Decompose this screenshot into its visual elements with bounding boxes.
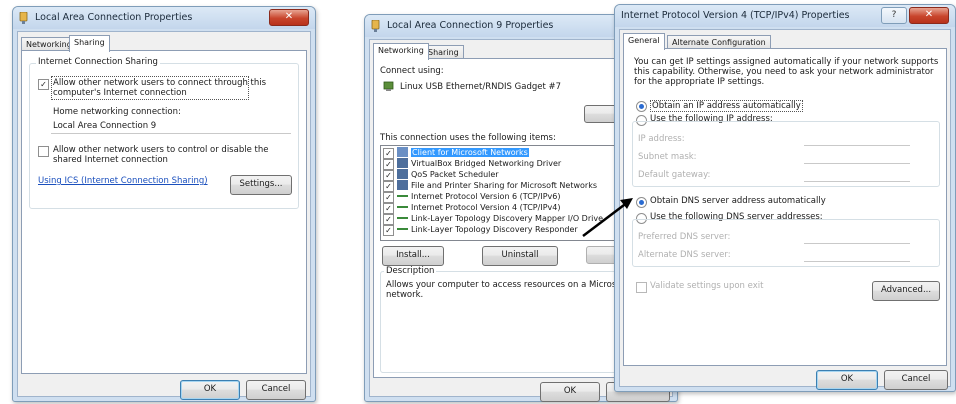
- cancel-button[interactable]: Cancel: [246, 380, 306, 400]
- obtain-dns-label: Obtain DNS server address automatically: [650, 196, 826, 206]
- item-label: Internet Protocol Version 6 (TCP/IPv6): [411, 192, 561, 201]
- allow-connect-label-2: computer's Internet connection: [53, 88, 187, 98]
- obtain-ip-label: Obtain an IP address automatically: [650, 100, 803, 112]
- ipv4-properties-window: Internet Protocol Version 4 (TCP/IPv4) P…: [614, 4, 956, 392]
- alternate-dns-label: Alternate DNS server:: [638, 250, 731, 260]
- home-networking-select[interactable]: Local Area Connection 9: [51, 119, 291, 134]
- description-title: Description: [384, 266, 437, 276]
- allow-control-checkbox[interactable]: [38, 146, 49, 157]
- validate-label: Validate settings upon exit: [650, 281, 764, 291]
- default-gateway-label: Default gateway:: [638, 170, 711, 180]
- window-title: Local Area Connection Properties: [35, 12, 193, 23]
- adapter-box: Linux USB Ethernet/RNDIS Gadget #7: [380, 79, 610, 95]
- close-button[interactable]: ✕: [909, 7, 949, 24]
- home-networking-label: Home networking connection:: [53, 107, 181, 117]
- item-checkbox[interactable]: ✓: [383, 225, 394, 236]
- ics-help-link[interactable]: Using ICS (Internet Connection Sharing): [38, 176, 208, 186]
- ok-button[interactable]: OK: [540, 382, 600, 402]
- item-label: Client for Microsoft Networks: [411, 148, 529, 157]
- alternate-dns-input[interactable]: [804, 247, 910, 262]
- ip-address-label: IP address:: [638, 134, 685, 144]
- window-title: Local Area Connection 9 Properties: [387, 20, 554, 31]
- tab-sharing[interactable]: Sharing: [423, 45, 464, 59]
- connect-using-label: Connect using:: [380, 66, 444, 76]
- protocol-icon: [397, 206, 408, 212]
- items-label: This connection uses the following items…: [380, 133, 556, 143]
- subnet-mask-input[interactable]: [804, 149, 910, 164]
- protocol-icon: [397, 217, 408, 223]
- settings-button[interactable]: Settings...: [230, 175, 292, 195]
- allow-control-label-2: shared Internet connection: [53, 155, 168, 165]
- item-label: File and Printer Sharing for Microsoft N…: [411, 181, 597, 190]
- network-icon: [19, 12, 28, 24]
- local-area-connection-properties-window: Local Area Connection Properties ✕ Netwo…: [12, 6, 316, 402]
- ok-button[interactable]: OK: [180, 380, 240, 400]
- uninstall-button[interactable]: Uninstall: [482, 246, 558, 266]
- list-item[interactable]: ✓ Internet Protocol Version 6 (TCP/IPv6): [383, 191, 561, 203]
- title-bar[interactable]: Local Area Connection Properties ✕: [13, 7, 315, 29]
- dialog-body: Networking Sharing Internet Connection S…: [17, 31, 311, 400]
- window-title: Internet Protocol Version 4 (TCP/IPv4) P…: [621, 10, 850, 21]
- sharing-panel: Internet Connection Sharing ✓ Allow othe…: [21, 50, 307, 374]
- group-title: Internet Connection Sharing: [36, 57, 160, 67]
- title-bar[interactable]: Internet Protocol Version 4 (TCP/IPv4) P…: [615, 5, 955, 27]
- service-icon: [397, 169, 408, 179]
- dialog-body: General Alternate Configuration You can …: [619, 29, 951, 390]
- validate-checkbox[interactable]: [636, 282, 647, 293]
- close-icon: ✕: [284, 11, 294, 22]
- list-item[interactable]: ✓ VirtualBox Bridged Networking Driver: [383, 158, 562, 170]
- tab-alternate-configuration[interactable]: Alternate Configuration: [667, 35, 771, 49]
- adapter-icon: [383, 81, 394, 91]
- intro-text-3: for the appropriate IP settings.: [634, 77, 765, 87]
- item-label: Link-Layer Topology Discovery Responder: [411, 225, 578, 234]
- client-network-icon: [397, 147, 408, 157]
- list-item[interactable]: ✓ Client for Microsoft Networks: [383, 147, 529, 159]
- preferred-dns-input[interactable]: [804, 229, 910, 244]
- tab-sharing[interactable]: Sharing: [69, 35, 110, 52]
- close-button[interactable]: ✕: [269, 9, 309, 26]
- item-label: QoS Packet Scheduler: [411, 170, 499, 179]
- ip-address-input[interactable]: [804, 131, 910, 146]
- install-button[interactable]: Install...: [382, 246, 444, 266]
- list-item[interactable]: ✓ Link-Layer Topology Discovery Responder: [383, 224, 578, 236]
- check-icon: ✓: [40, 80, 47, 89]
- item-label: VirtualBox Bridged Networking Driver: [411, 159, 562, 168]
- allow-connect-checkbox[interactable]: ✓: [38, 79, 49, 90]
- cancel-button[interactable]: Cancel: [884, 370, 948, 390]
- allow-control-label-1: Allow other network users to control or …: [53, 145, 269, 155]
- protocol-icon: [397, 195, 408, 201]
- protocol-icon: [397, 228, 408, 234]
- item-label: Link-Layer Topology Discovery Mapper I/O…: [411, 214, 603, 223]
- preferred-dns-label: Preferred DNS server:: [638, 232, 731, 242]
- intro-text-1: You can get IP settings assigned automat…: [634, 57, 939, 67]
- advanced-button[interactable]: Advanced...: [872, 281, 940, 301]
- close-icon: ✕: [924, 9, 934, 20]
- default-gateway-input[interactable]: [804, 167, 910, 182]
- intro-text-2: this capability. Otherwise, you need to …: [634, 67, 934, 77]
- subnet-mask-label: Subnet mask:: [638, 152, 697, 162]
- description-text-1: Allows your computer to access resources…: [386, 280, 617, 290]
- network-icon: [371, 20, 380, 32]
- general-panel: You can get IP settings assigned automat…: [623, 48, 947, 366]
- help-icon: ?: [891, 10, 897, 20]
- tab-networking[interactable]: Networking: [373, 43, 429, 60]
- description-text-2: network.: [386, 290, 424, 300]
- adapter-name: Linux USB Ethernet/RNDIS Gadget #7: [400, 82, 562, 92]
- obtain-dns-radio[interactable]: [636, 197, 647, 208]
- driver-icon: [397, 158, 408, 168]
- obtain-ip-radio[interactable]: [636, 101, 647, 112]
- ok-button[interactable]: OK: [816, 370, 878, 390]
- tab-general[interactable]: General: [623, 33, 665, 50]
- list-item[interactable]: ✓ Link-Layer Topology Discovery Mapper I/…: [383, 213, 603, 225]
- item-label: Internet Protocol Version 4 (TCP/IPv4): [411, 203, 561, 212]
- list-item[interactable]: ✓ QoS Packet Scheduler: [383, 169, 499, 181]
- service-icon: [397, 180, 408, 190]
- allow-connect-label-1: Allow other network users to connect thr…: [53, 78, 267, 88]
- list-item[interactable]: ✓ File and Printer Sharing for Microsoft …: [383, 180, 597, 192]
- home-networking-value: Local Area Connection 9: [53, 121, 157, 131]
- help-button[interactable]: ?: [881, 7, 907, 24]
- list-item[interactable]: ✓ Internet Protocol Version 4 (TCP/IPv4): [383, 202, 561, 214]
